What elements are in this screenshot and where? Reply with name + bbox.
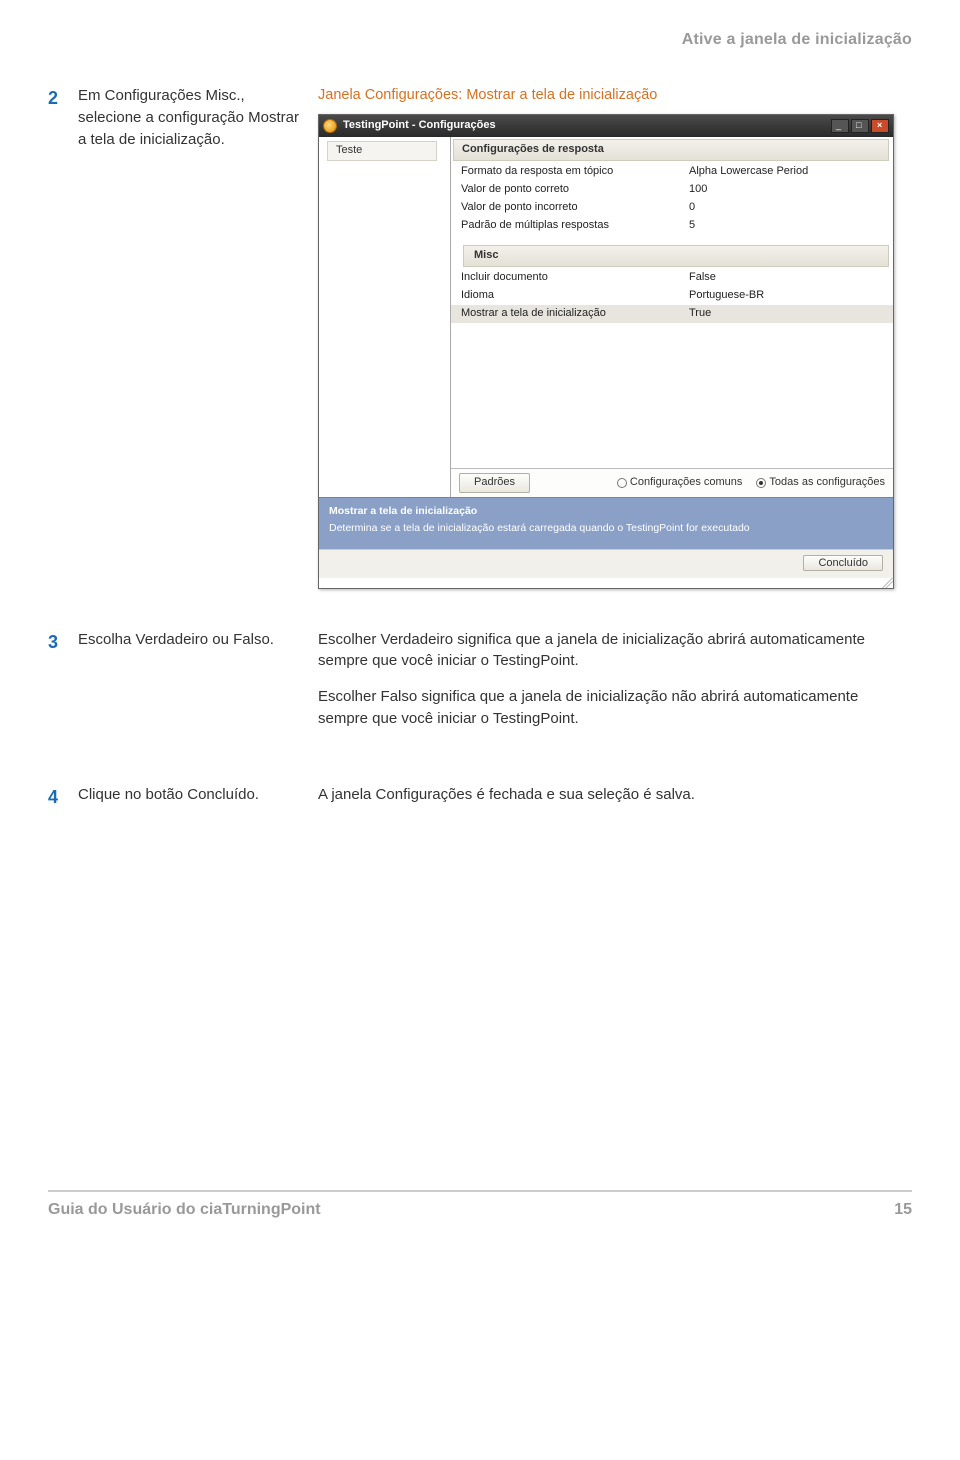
radio-all-configs[interactable]: Todas as configurações <box>756 475 885 491</box>
config-window: TestingPoint - Configurações _ □ × Teste… <box>318 114 894 588</box>
help-text: Determina se a tela de inicialização est… <box>329 521 883 536</box>
radio-label: Todas as configurações <box>769 475 885 491</box>
figure-caption: Janela Configurações: Mostrar a tela de … <box>318 85 912 106</box>
close-button[interactable]: × <box>871 119 889 133</box>
prop-key: Valor de ponto correto <box>451 182 689 198</box>
help-panel: Mostrar a tela de inicialização Determin… <box>319 497 893 548</box>
step-3: 3 Escolha Verdadeiro ou Falso. Escolher … <box>48 629 912 744</box>
footer-title: Guia do Usuário do ciaTurningPoint <box>48 1198 321 1221</box>
step-number: 4 <box>48 784 78 810</box>
group-header-misc: Misc <box>463 245 889 267</box>
group-header-resposta: Configurações de resposta <box>453 139 889 161</box>
maximize-button[interactable]: □ <box>851 119 869 133</box>
prop-row[interactable]: Valor de ponto incorreto0 <box>451 199 893 217</box>
step-4: 4 Clique no botão Concluído. A janela Co… <box>48 784 912 810</box>
prop-value: True <box>689 306 893 322</box>
radio-label: Configurações comuns <box>630 475 743 491</box>
prop-key: Formato da resposta em tópico <box>451 164 689 180</box>
prop-value: Portuguese-BR <box>689 288 893 304</box>
tree-item-teste[interactable]: Teste <box>327 141 437 161</box>
prop-row-selected[interactable]: Mostrar a tela de inicializaçãoTrue <box>451 305 893 323</box>
bottom-toolbar: Padrões Configurações comuns Todas as co… <box>451 468 893 497</box>
step-3-para-1: Escolher Verdadeiro significa que a jane… <box>318 629 912 673</box>
prop-key: Mostrar a tela de inicialização <box>451 306 689 322</box>
minimize-button[interactable]: _ <box>831 119 849 133</box>
prop-row[interactable]: Incluir documentoFalse <box>451 269 893 287</box>
app-icon <box>323 119 337 133</box>
prop-key: Padrão de múltiplas respostas <box>451 218 689 234</box>
step-3-para-2: Escolher Falso significa que a janela de… <box>318 686 912 730</box>
prop-row[interactable]: Valor de ponto correto100 <box>451 181 893 199</box>
prop-value: 0 <box>689 200 893 216</box>
prop-value: Alpha Lowercase Period <box>689 164 893 180</box>
prop-value: 100 <box>689 182 893 198</box>
property-panel: Configurações de resposta Formato da res… <box>451 137 893 497</box>
defaults-button[interactable]: Padrões <box>459 473 530 493</box>
step-2: 2 Em Configurações Misc., selecione a co… <box>48 85 912 588</box>
tree-panel: Teste <box>319 137 451 497</box>
prop-key: Valor de ponto incorreto <box>451 200 689 216</box>
step-number: 2 <box>48 85 78 111</box>
done-button[interactable]: Concluído <box>803 555 883 571</box>
step-3-instruction: Escolha Verdadeiro ou Falso. <box>78 629 318 651</box>
prop-row[interactable]: IdiomaPortuguese-BR <box>451 287 893 305</box>
window-title: TestingPoint - Configurações <box>343 118 831 134</box>
resize-grip-icon[interactable] <box>319 578 893 588</box>
step-number: 3 <box>48 629 78 655</box>
step-4-result: A janela Configurações é fechada e sua s… <box>318 784 912 806</box>
help-title: Mostrar a tela de inicialização <box>329 504 883 519</box>
radio-common-configs[interactable]: Configurações comuns <box>617 475 743 491</box>
prop-row[interactable]: Padrão de múltiplas respostas5 <box>451 217 893 235</box>
titlebar: TestingPoint - Configurações _ □ × <box>319 115 893 137</box>
prop-value: False <box>689 270 893 286</box>
step-4-instruction: Clique no botão Concluído. <box>78 784 318 806</box>
step-2-instruction: Em Configurações Misc., selecione a conf… <box>78 85 318 150</box>
prop-key: Idioma <box>451 288 689 304</box>
footer-rule <box>48 1190 912 1192</box>
running-head: Ative a janela de inicialização <box>48 28 912 51</box>
prop-value: 5 <box>689 218 893 234</box>
page-number: 15 <box>894 1198 912 1221</box>
prop-key: Incluir documento <box>451 270 689 286</box>
prop-row[interactable]: Formato da resposta em tópicoAlpha Lower… <box>451 163 893 181</box>
